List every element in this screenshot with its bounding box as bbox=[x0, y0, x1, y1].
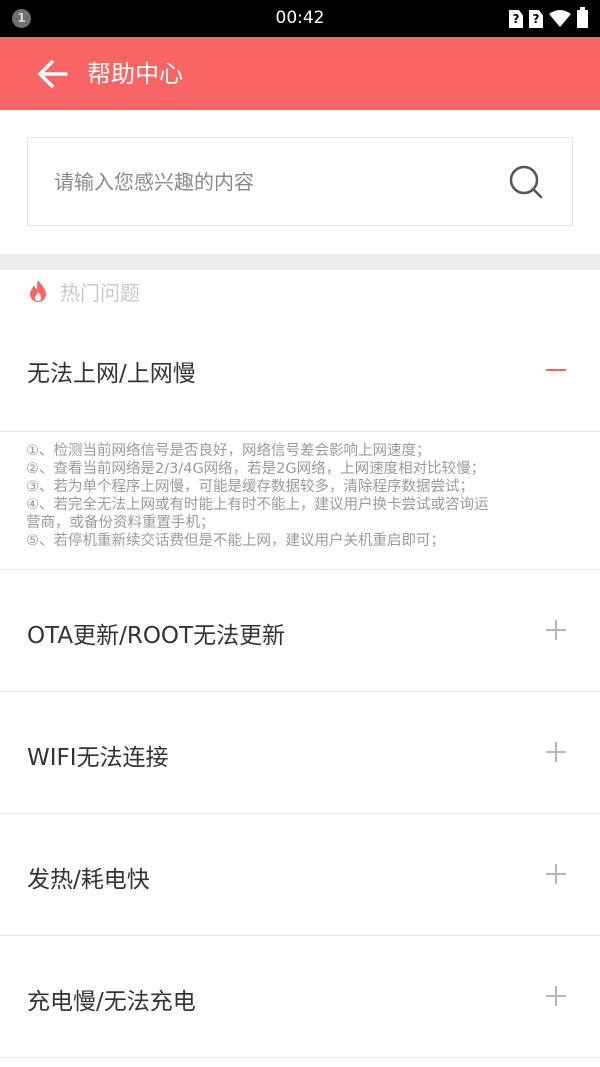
plus-icon[interactable] bbox=[546, 742, 566, 762]
answer-line: ②、查看当前网络是2/3/4G网络，若是2G网络，上网速度相对比较慢； bbox=[26, 461, 486, 477]
answer-line: ⑤、若停机重新续交话费但是不能上网，建议用户关机重启即可； bbox=[26, 533, 445, 549]
battery-icon bbox=[577, 7, 588, 28]
section-divider bbox=[0, 254, 600, 270]
minus-icon[interactable] bbox=[546, 360, 566, 380]
hot-questions-label: 热门问题 bbox=[60, 280, 140, 305]
faq-answer: ①、检测当前网络信号是否良好，网络信号差会影响上网速度； ②、查看当前网络是2/… bbox=[0, 432, 600, 570]
faq-item[interactable]: 无法上网/上网慢 bbox=[0, 310, 600, 432]
search-box bbox=[27, 137, 573, 226]
faq-item[interactable]: WIFI无法连接 bbox=[0, 692, 600, 814]
sim2-icon: ? bbox=[529, 10, 543, 28]
hot-questions-header: 热门问题 bbox=[28, 276, 140, 306]
plus-icon[interactable] bbox=[546, 864, 566, 884]
faq-question: 充电慢/无法充电 bbox=[27, 989, 196, 1015]
answer-line: ③、若为单个程序上网慢，可能是缓存数据较多，清除程序数据尝试； bbox=[26, 479, 474, 495]
title-bar: 帮助中心 bbox=[0, 37, 600, 110]
faq-question: OTA更新/ROOT无法更新 bbox=[27, 623, 286, 649]
faq-item[interactable]: OTA更新/ROOT无法更新 bbox=[0, 570, 600, 692]
answer-line: ①、检测当前网络信号是否良好，网络信号差会影响上网速度； bbox=[26, 443, 431, 459]
sim1-icon: ? bbox=[509, 10, 523, 28]
fire-icon bbox=[30, 280, 46, 302]
search-input[interactable] bbox=[54, 164, 494, 200]
page-title: 帮助中心 bbox=[87, 60, 183, 88]
faq-question: 发热/耗电快 bbox=[27, 867, 150, 893]
plus-icon[interactable] bbox=[546, 620, 566, 640]
system-icons: ? ? bbox=[509, 7, 588, 30]
faq-question: 无法上网/上网慢 bbox=[27, 361, 196, 387]
search-icon[interactable] bbox=[508, 164, 544, 200]
answer-line: 营商，或备份资料重置手机； bbox=[26, 515, 215, 531]
faq-question: WIFI无法连接 bbox=[27, 745, 169, 771]
wifi-icon bbox=[549, 10, 571, 27]
status-bar: 1 00:42 ? ? bbox=[0, 0, 600, 37]
faq-item[interactable]: 发热/耗电快 bbox=[0, 814, 600, 936]
plus-icon[interactable] bbox=[546, 986, 566, 1006]
faq-item[interactable]: 充电慢/无法充电 bbox=[0, 936, 600, 1058]
back-arrow-icon[interactable] bbox=[36, 57, 70, 91]
answer-line: ④、若完全无法上网或有时能上有时不能上，建议用户换卡尝试或咨询运 bbox=[26, 497, 489, 513]
